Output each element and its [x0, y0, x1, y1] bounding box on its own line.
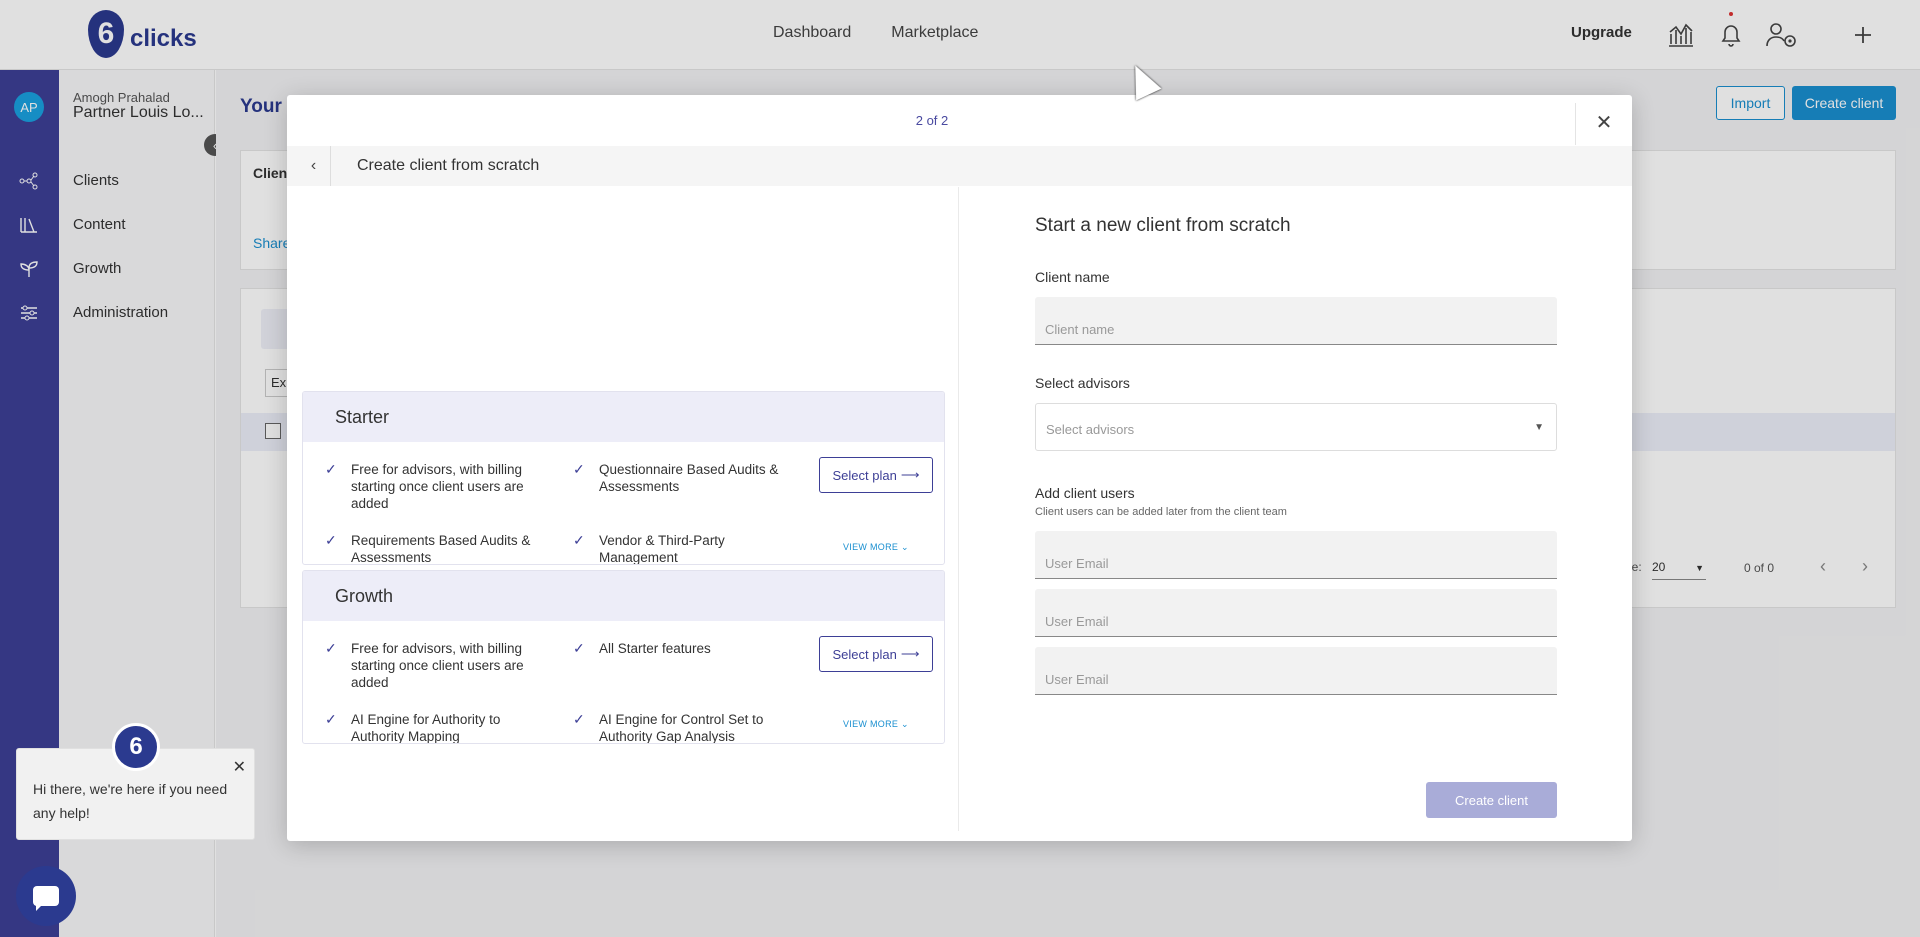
plan-feature: ✓ Free for advisors, with billing startin… — [325, 640, 524, 690]
plan-name: Growth — [335, 586, 394, 606]
form-title: Start a new client from scratch — [1035, 215, 1291, 236]
client-users-label: Add client users — [1035, 485, 1135, 501]
chat-launcher-button[interactable] — [16, 866, 76, 926]
user-email-field[interactable] — [1035, 647, 1557, 695]
user-email-field[interactable] — [1035, 589, 1557, 637]
check-icon: ✓ — [325, 532, 337, 548]
plan-feature: ✓ Vendor & Third-Party Management — [573, 532, 725, 565]
plan-card-growth: Growth ✓ Free for advisors, with billing … — [302, 570, 945, 744]
chat-message: Hi there, we're here if you need any hel… — [33, 781, 228, 821]
plan-feature: ✓ Free for advisors, with billing startin… — [325, 461, 524, 511]
back-icon[interactable]: ‹ — [297, 146, 331, 186]
chat-icon — [33, 886, 59, 911]
check-icon: ✓ — [573, 640, 585, 656]
chat-logo: 6 — [112, 723, 160, 771]
check-icon: ✓ — [573, 711, 585, 727]
create-client-submit-button[interactable]: Create client — [1426, 782, 1557, 818]
divider — [958, 187, 959, 831]
plan-feature: ✓ Requirements Based Audits & Assessments — [325, 532, 531, 565]
plan-header: Growth — [303, 571, 944, 621]
chevron-down-icon: ⌄ — [901, 542, 909, 552]
check-icon: ✓ — [573, 461, 585, 477]
user-email-field[interactable] — [1035, 531, 1557, 579]
select-plan-button[interactable]: Select plan ⟶ — [819, 636, 933, 672]
arrow-right-icon: ⟶ — [900, 467, 920, 482]
client-name-field[interactable] — [1035, 297, 1557, 345]
check-icon: ✓ — [325, 640, 337, 656]
plan-name: Starter — [335, 407, 390, 427]
modal-subtitle: Create client from scratch — [357, 157, 540, 174]
chevron-down-icon: ▼ — [1534, 422, 1544, 433]
modal-subheader: ‹ Create client from scratch — [287, 146, 1632, 186]
advisors-placeholder: Select advisors — [1046, 422, 1135, 437]
advisors-label: Select advisors — [1035, 375, 1130, 391]
plan-card-starter: Starter ✓ Free for advisors, with billing… — [302, 391, 945, 565]
close-icon[interactable]: ✕ — [1589, 107, 1619, 137]
step-indicator: 2 of 2 — [915, 112, 949, 128]
view-more-link[interactable]: VIEW MORE ⌄ — [843, 719, 909, 730]
close-icon[interactable]: ✕ — [233, 757, 246, 777]
arrow-right-icon: ⟶ — [900, 646, 920, 661]
plan-feature: ✓ AI Engine for Authority to Authority Ma… — [325, 711, 501, 744]
divider — [1575, 103, 1576, 145]
plan-header: Starter — [303, 392, 944, 442]
advisors-select[interactable]: Select advisors ▼ — [1035, 403, 1557, 451]
check-icon: ✓ — [325, 461, 337, 477]
client-users-hint: Client users can be added later from the… — [1035, 506, 1287, 518]
client-name-label: Client name — [1035, 269, 1110, 285]
chevron-down-icon: ⌄ — [901, 719, 909, 729]
plan-feature: ✓ AI Engine for Control Set to Authority … — [573, 711, 764, 744]
plan-feature: ✓ All Starter features — [573, 640, 711, 656]
check-icon: ✓ — [573, 532, 585, 548]
check-icon: ✓ — [325, 711, 337, 727]
select-plan-button[interactable]: Select plan ⟶ — [819, 457, 933, 493]
view-more-link[interactable]: VIEW MORE ⌄ — [843, 542, 909, 553]
plan-feature: ✓ Questionnaire Based Audits & Assessment… — [573, 461, 779, 494]
create-client-modal: 2 of 2 ✕ ‹ Create client from scratch St… — [287, 95, 1632, 841]
